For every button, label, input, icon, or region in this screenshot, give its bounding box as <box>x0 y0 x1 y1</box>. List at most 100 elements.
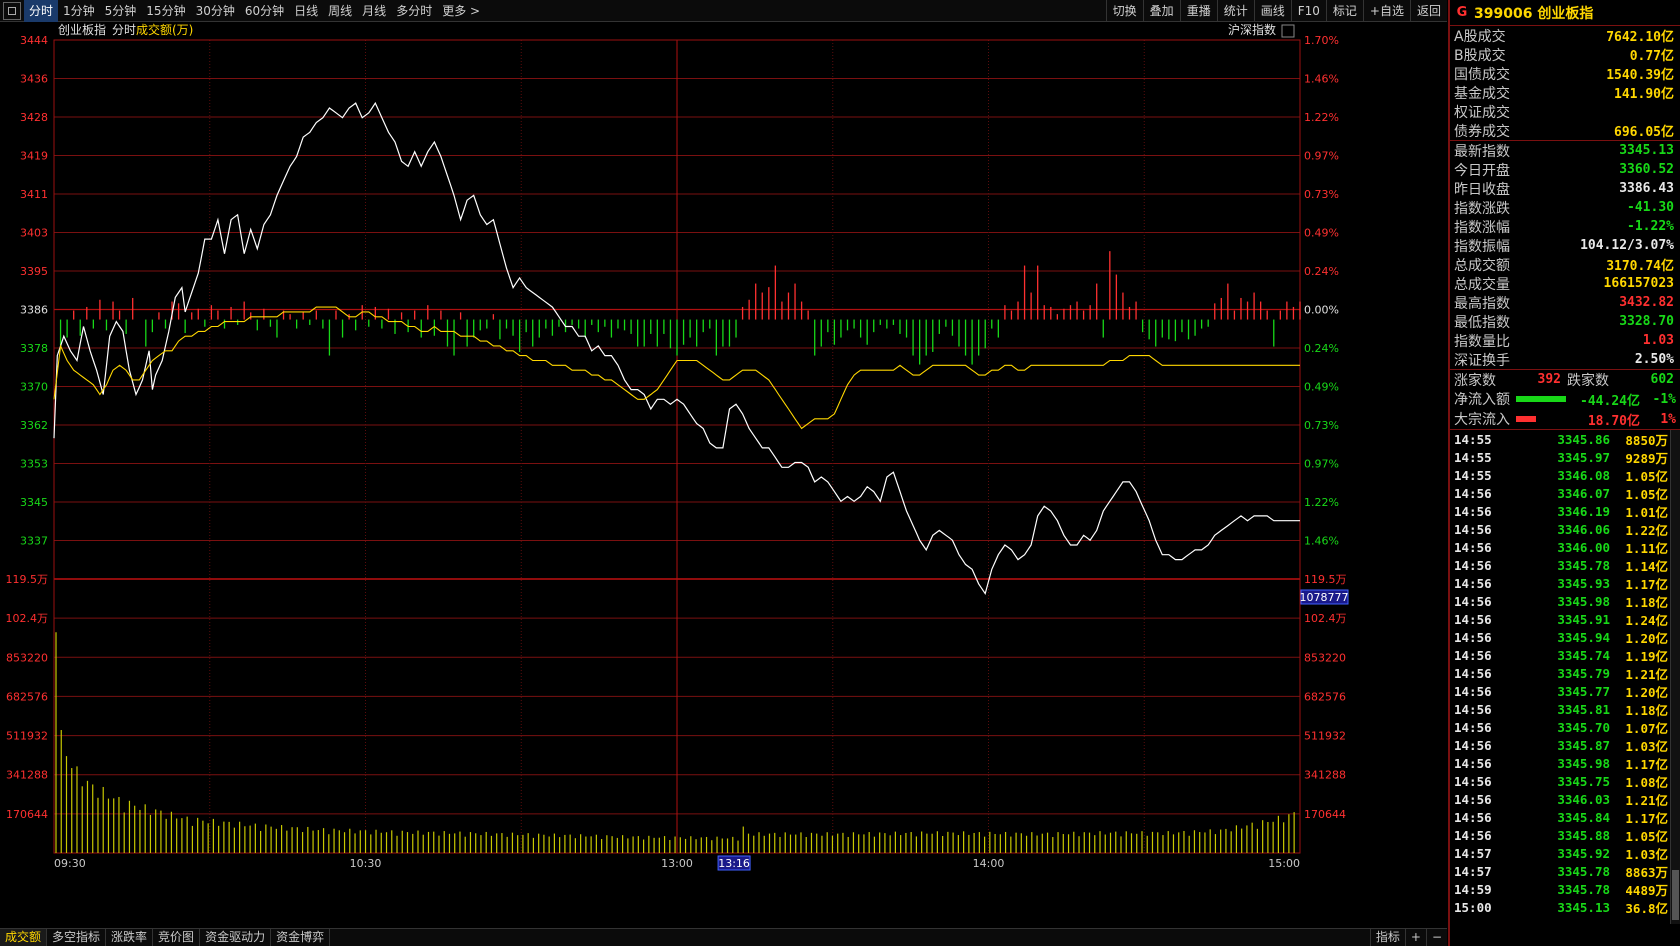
toolbar-action-4[interactable]: 画线 <box>1253 0 1291 22</box>
tick-time-5: 14:56 <box>1454 521 1492 537</box>
tick-scroll-thumb[interactable] <box>1672 870 1679 920</box>
time-label-0: 09:30 <box>54 857 86 870</box>
toolbar-action-0[interactable]: 切换 <box>1105 0 1143 22</box>
pct-tick-9: 0.49% <box>1304 381 1339 394</box>
indicator-control-1[interactable]: + <box>1404 929 1426 946</box>
period-tab-1[interactable]: 1分钟 <box>58 0 100 22</box>
tick-scrollbar[interactable] <box>1670 430 1680 924</box>
price-tick-1: 3436 <box>20 73 48 86</box>
tick-price-25: 3345.78 <box>1557 881 1610 897</box>
period-tab-2[interactable]: 5分钟 <box>100 0 142 22</box>
tick-time-12: 14:56 <box>1454 647 1492 663</box>
index-stat-label-7: 总成交量 <box>1454 276 1510 293</box>
period-tab-6[interactable]: 日线 <box>289 0 323 22</box>
index-stat-label-9: 最低指数 <box>1454 314 1510 331</box>
tick-time-22: 14:56 <box>1454 827 1492 843</box>
tick-list[interactable]: 14:55 3345.86 8850万 14:55 3345.97 9289万 14:55 3… <box>1450 429 1680 924</box>
pct-tick-4: 0.73% <box>1304 188 1339 201</box>
tick-row-8: 14:56 3345.93 1.17亿 <box>1450 574 1680 592</box>
period-tab-5[interactable]: 60分钟 <box>240 0 289 22</box>
pct-tick-2: 1.22% <box>1304 111 1339 124</box>
tick-row-19: 14:56 3345.75 1.08亿 <box>1450 772 1680 790</box>
index-stat-row-9: 最低指数 3328.70 <box>1450 312 1680 331</box>
tick-row-15: 14:56 3345.81 1.18亿 <box>1450 700 1680 718</box>
indicator-control-2[interactable]: − <box>1425 929 1447 946</box>
period-tab-10[interactable]: 更多 > <box>437 0 485 22</box>
tick-price-15: 3345.81 <box>1557 701 1610 717</box>
index-stat-value-4: -1.22% <box>1627 219 1674 234</box>
indicator-tab-3[interactable]: 竞价图 <box>153 928 201 946</box>
period-tab-0[interactable]: 分时 <box>24 0 59 22</box>
tick-time-7: 14:56 <box>1454 557 1492 573</box>
indicator-tab-4[interactable]: 资金驱动力 <box>200 928 272 946</box>
volume-tick-right-0: 119.5万 <box>1304 573 1347 586</box>
turnover-value-2: 1540.39亿 <box>1606 68 1674 83</box>
toolbar-action-7[interactable]: +自选 <box>1362 0 1410 22</box>
price-tick-3: 3419 <box>20 150 48 163</box>
tick-price-10: 3345.91 <box>1557 611 1610 627</box>
period-tab-3[interactable]: 15分钟 <box>141 0 190 22</box>
period-tab-8[interactable]: 月线 <box>357 0 391 22</box>
index-stat-value-2: 3386.43 <box>1619 181 1674 196</box>
tick-price-11: 3345.94 <box>1557 629 1610 645</box>
indicator-tab-2[interactable]: 涨跌率 <box>106 928 154 946</box>
tick-time-13: 14:56 <box>1454 665 1492 681</box>
tick-row-18: 14:56 3345.98 1.17亿 <box>1450 754 1680 772</box>
tick-time-3: 14:56 <box>1454 485 1492 501</box>
tick-price-9: 3345.98 <box>1557 593 1610 609</box>
flow-value-0: -44.24亿 <box>1580 393 1640 409</box>
menu-icon[interactable] <box>3 1 21 20</box>
panel-title[interactable]: 399006 创业板指 <box>1474 3 1593 23</box>
tick-row-4: 14:56 3346.19 1.01亿 <box>1450 502 1680 520</box>
index-stat-row-8: 最高指数 3432.82 <box>1450 293 1680 312</box>
indicator-control-0[interactable]: 指标 <box>1369 929 1405 946</box>
intraday-chart[interactable]: 3444 1.70% 3436 1.46% 3428 1.22% 3419 0.97% 3411… <box>0 23 1448 928</box>
tick-price-7: 3345.78 <box>1557 557 1610 573</box>
tick-time-23: 14:57 <box>1454 845 1492 861</box>
toolbar-action-6[interactable]: 标记 <box>1325 0 1363 22</box>
volume-tick-right-2: 853220 <box>1304 651 1346 664</box>
indicator-tab-1[interactable]: 多空指标 <box>47 928 107 946</box>
period-tab-4[interactable]: 30分钟 <box>191 0 240 22</box>
tick-price-6: 3346.00 <box>1557 539 1610 555</box>
volume-tick-right-3: 682576 <box>1304 690 1346 703</box>
pct-tick-3: 0.97% <box>1304 150 1339 163</box>
toolbar-actions: 切换 叠加 重播 统计 画线 F10 标记 +自选 返回 <box>1105 0 1447 22</box>
tick-time-20: 14:56 <box>1454 791 1492 807</box>
tick-row-22: 14:56 3345.88 1.05亿 <box>1450 826 1680 844</box>
pct-tick-6: 0.24% <box>1304 265 1339 278</box>
tick-row-2: 14:55 3346.08 1.05亿 <box>1450 466 1680 484</box>
toolbar-action-2[interactable]: 重播 <box>1179 0 1217 22</box>
tick-time-15: 14:56 <box>1454 701 1492 717</box>
market-turnover-stats: A股成交 7642.10亿 B股成交 0.77亿 国债成交 1540.39亿 基金成交 141… <box>1450 26 1680 141</box>
tick-price-1: 3345.97 <box>1557 449 1610 465</box>
period-tab-7[interactable]: 周线 <box>323 0 357 22</box>
time-label-4: 15:00 <box>1268 857 1300 870</box>
toolbar-action-1[interactable]: 叠加 <box>1142 0 1180 22</box>
volume-tick-2: 853220 <box>6 651 48 664</box>
toolbar-action-8[interactable]: 返回 <box>1409 0 1447 22</box>
advance-decline: 涨家数 392 跌家数 602 <box>1450 369 1680 389</box>
index-stat-row-1: 今日开盘 3360.52 <box>1450 160 1680 179</box>
tick-price-19: 3345.75 <box>1557 773 1610 789</box>
indicator-tab-0[interactable]: 成交额 <box>0 928 48 946</box>
volume-tick-3: 682576 <box>6 690 48 703</box>
quote-panel: G 399006 创业板指 A股成交 7642.10亿 B股成交 0.77亿 国债成交 1… <box>1448 0 1680 946</box>
turnover-value-0: 7642.10亿 <box>1606 30 1674 45</box>
index-stat-label-2: 昨日收盘 <box>1454 181 1510 198</box>
crosshair-value-label: 1078777 <box>1300 591 1349 604</box>
indicator-tab-5[interactable]: 资金博弈 <box>271 928 331 946</box>
volume-tick-4: 511932 <box>6 730 48 743</box>
tick-price-8: 3345.93 <box>1557 575 1610 591</box>
period-tab-9[interactable]: 多分时 <box>391 0 437 22</box>
toolbar-action-3[interactable]: 统计 <box>1216 0 1254 22</box>
price-tick-8: 3378 <box>20 342 48 355</box>
turnover-label-1: B股成交 <box>1454 47 1506 64</box>
indicator-tabs: 成交额 多空指标 涨跌率 竞价图 资金驱动力 资金博弈 指标 + − <box>0 928 1447 946</box>
toolbar-action-5[interactable]: F10 <box>1290 0 1326 22</box>
tick-row-17: 14:56 3345.87 1.03亿 <box>1450 736 1680 754</box>
tick-price-2: 3346.08 <box>1557 467 1610 483</box>
tick-price-0: 3345.86 <box>1557 431 1610 447</box>
turnover-value-5: 696.05亿 <box>1614 125 1674 140</box>
tick-time-16: 14:56 <box>1454 719 1492 735</box>
